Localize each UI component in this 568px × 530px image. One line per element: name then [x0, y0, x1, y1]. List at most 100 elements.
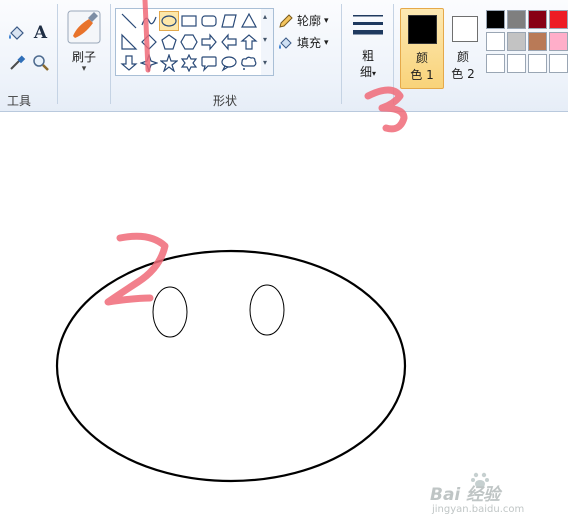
- up-arrow-icon: [240, 34, 258, 50]
- oval-callout-icon: [221, 56, 237, 72]
- five-point-star-icon: [159, 53, 179, 73]
- color1-button[interactable]: 颜 色 1: [400, 8, 444, 89]
- palette-swatch[interactable]: [528, 10, 547, 29]
- fill-label: 填充: [297, 36, 322, 50]
- shape-triangle[interactable]: [240, 12, 258, 30]
- color-picker-tool[interactable]: [6, 52, 27, 73]
- fill-bucket-tool[interactable]: [6, 22, 27, 43]
- oval-icon: [161, 15, 177, 27]
- palette-swatch[interactable]: [549, 54, 568, 73]
- four-point-star-icon: [139, 53, 159, 73]
- shape-rectangle[interactable]: [180, 12, 198, 30]
- rectangle-icon: [181, 15, 197, 27]
- curve-icon: [141, 16, 157, 26]
- fill-dropdown[interactable]: 填充 ▾: [278, 34, 329, 51]
- palette-swatch[interactable]: [486, 32, 505, 51]
- cloud-callout-icon: [241, 56, 257, 70]
- size-label-line1: 粗: [361, 49, 374, 63]
- scroll-down-icon[interactable]: ▾: [263, 35, 267, 44]
- polygon-icon: [221, 14, 237, 28]
- shapes-gallery: [115, 8, 263, 76]
- canvas-drawing: [55, 249, 407, 483]
- chevron-down-icon: ▾: [324, 15, 329, 26]
- color-picker-icon: [9, 54, 25, 70]
- palette-swatch[interactable]: [507, 54, 526, 73]
- palette-swatch[interactable]: [507, 32, 526, 51]
- magnifier-tool[interactable]: [30, 52, 51, 73]
- right-arrow-icon: [201, 33, 217, 51]
- tools-group-label: 工具: [6, 94, 31, 108]
- rounded-callout-icon: [201, 56, 217, 72]
- magnifier-icon: [32, 54, 49, 71]
- down-arrow-icon: [120, 55, 138, 71]
- watermark-url: jingyan.baidu.com: [432, 504, 525, 515]
- left-eye: [152, 286, 188, 338]
- shape-right-arrow[interactable]: [200, 33, 218, 51]
- shape-curve[interactable]: [140, 12, 158, 30]
- shape-up-arrow[interactable]: [240, 33, 258, 51]
- text-tool-icon: A: [33, 22, 48, 43]
- text-tool[interactable]: A: [30, 22, 51, 43]
- group-divider: [341, 4, 342, 104]
- color1-label-line2: 色 1: [410, 68, 434, 82]
- color1-label-line1: 颜: [415, 51, 428, 65]
- shape-hexagon[interactable]: [180, 33, 198, 51]
- group-divider: [393, 4, 394, 104]
- palette-swatch[interactable]: [549, 10, 568, 29]
- color2-button[interactable]: 颜 色 2: [446, 8, 480, 87]
- shape-down-arrow[interactable]: [120, 54, 138, 72]
- shape-five-point-star[interactable]: [159, 53, 179, 73]
- shape-line[interactable]: [120, 12, 138, 30]
- shape-rounded-rectangle[interactable]: [200, 12, 218, 30]
- watermark-brand: Bai 经验: [430, 485, 501, 505]
- palette-swatch[interactable]: [549, 32, 568, 51]
- palette-swatch[interactable]: [486, 10, 505, 29]
- pentagon-icon: [161, 34, 177, 50]
- shape-diamond[interactable]: [140, 33, 158, 51]
- shape-left-arrow[interactable]: [220, 33, 238, 51]
- rounded-rectangle-icon: [201, 15, 217, 27]
- scroll-up-icon[interactable]: ▴: [263, 12, 267, 21]
- line-icon: [121, 13, 137, 29]
- hexagon-icon: [180, 34, 198, 50]
- shape-rounded-callout[interactable]: [200, 54, 218, 72]
- shape-right-triangle[interactable]: [120, 33, 138, 51]
- brushes-button[interactable]: 刷子 ▾: [64, 8, 104, 80]
- group-divider: [110, 4, 111, 104]
- pencil-icon: [279, 13, 293, 28]
- right-triangle-icon: [121, 33, 138, 50]
- color2-swatch: [452, 16, 478, 42]
- left-arrow-icon: [221, 33, 237, 51]
- gallery-expand-icon[interactable]: ▾: [263, 58, 267, 67]
- shape-cloud-callout[interactable]: [240, 54, 258, 72]
- right-eye: [249, 284, 285, 336]
- shape-oval[interactable]: [159, 11, 179, 31]
- palette-swatch[interactable]: [507, 10, 526, 29]
- palette-swatch[interactable]: [528, 54, 547, 73]
- shape-four-point-star[interactable]: [139, 53, 159, 73]
- line-width-icon: [353, 15, 383, 35]
- color2-label-line2: 色 2: [451, 67, 475, 81]
- triangle-icon: [240, 12, 258, 28]
- palette-swatch[interactable]: [528, 32, 547, 51]
- shapes-scrollbar[interactable]: ▴ ▾ ▾: [261, 8, 274, 76]
- color2-label-line1: 颜: [456, 50, 469, 64]
- shape-pentagon[interactable]: [160, 33, 178, 51]
- size-label-line2: 细▾: [359, 65, 377, 79]
- size-label[interactable]: 粗 细▾: [358, 48, 378, 82]
- chevron-down-icon: ▾: [324, 37, 329, 48]
- fill-bucket-icon: [8, 25, 24, 40]
- group-divider: [57, 4, 58, 104]
- outline-dropdown[interactable]: 轮廓 ▾: [278, 12, 329, 29]
- shape-oval-callout[interactable]: [220, 54, 238, 72]
- palette-swatch[interactable]: [486, 54, 505, 73]
- shape-six-point-star[interactable]: [180, 53, 198, 73]
- shape-polygon[interactable]: [220, 12, 238, 30]
- brushes-label: 刷子: [71, 50, 96, 64]
- ribbon: A 工具 刷子 ▾ ▴ ▾ ▾ 轮廓 ▾ 填充 ▾ 形状 粗 细▾ 颜 色 1 …: [0, 0, 568, 112]
- outline-label: 轮廓: [297, 14, 322, 28]
- shapes-group-label: 形状: [212, 94, 237, 108]
- fill-bucket-icon: [279, 36, 292, 49]
- drawing-canvas[interactable]: [0, 112, 568, 526]
- color1-swatch: [408, 15, 437, 44]
